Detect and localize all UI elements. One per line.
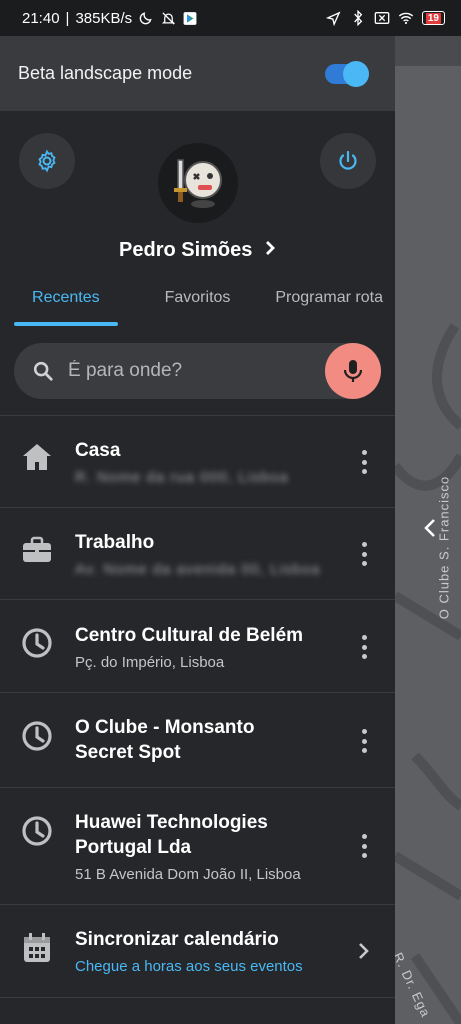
power-button[interactable]: [320, 133, 376, 189]
status-speed: 385KB/s: [75, 9, 133, 27]
chevron-right-icon: [265, 241, 275, 255]
map-street-label: O Clube S. Francisco: [436, 475, 452, 620]
tab-favoritos[interactable]: Favoritos: [132, 281, 264, 331]
list-item-address: 51 B Avenida Dom João II, Lisboa: [75, 866, 301, 883]
briefcase-icon: [20, 533, 54, 567]
voice-search-button[interactable]: [325, 343, 381, 399]
sync-calendar-row[interactable]: Sincronizar calendário Chegue a horas ao…: [0, 905, 395, 998]
list-item-title: Sincronizar calendário: [75, 929, 279, 950]
list-item-title: Secret Spot: [75, 742, 181, 763]
bluetooth-icon: [350, 10, 366, 26]
beta-label: Beta landscape mode: [18, 63, 193, 83]
list-item-address: Av. Nome da avenida 00, Lisboa: [75, 561, 321, 578]
search-input[interactable]: [68, 360, 298, 382]
list-item[interactable]: O Clube - Monsanto Secret Spot: [0, 693, 395, 788]
list-item-address: Pç. do Império, Lisboa: [75, 654, 225, 671]
knight-avatar-icon: [174, 159, 222, 208]
power-icon: [339, 150, 357, 170]
gear-icon: [38, 149, 56, 173]
list-item-title: Casa: [75, 440, 121, 461]
sim-off-icon: [374, 10, 390, 26]
profile-name: Pedro Simões: [119, 239, 253, 261]
wifi-icon: [398, 10, 414, 26]
navigation-drawer: Beta landscape mode Pedro Simões Recente…: [0, 36, 395, 1024]
tab-programar-rota[interactable]: Programar rota: [263, 281, 395, 331]
profile-name-link[interactable]: Pedro Simões: [0, 239, 395, 262]
tab-bar: Recentes Favoritos Programar rota: [0, 281, 395, 331]
more-options-icon[interactable]: [359, 729, 369, 753]
status-bar: 21:40 | 385KB/s 19: [0, 0, 461, 36]
list-item-subtitle: Chegue a horas aos seus eventos: [75, 958, 303, 975]
profile-header: Pedro Simões: [0, 111, 395, 281]
tab-indicator: [14, 322, 118, 326]
clock-icon: [20, 626, 54, 660]
more-options-icon[interactable]: [359, 450, 369, 474]
list-item-title: Centro Cultural de Belém: [75, 625, 304, 646]
home-icon: [20, 440, 54, 474]
list-item-title: Trabalho: [75, 532, 155, 553]
list-item-title: O Clube - Monsanto: [75, 717, 255, 738]
clock-icon: [20, 719, 54, 753]
collapse-drawer-chevron-icon[interactable]: [420, 516, 440, 540]
more-options-icon[interactable]: [359, 834, 369, 858]
chevron-right-icon: [359, 943, 369, 959]
list-item[interactable]: Huawei Technologies Portugal Lda 51 B Av…: [0, 788, 395, 905]
more-options-icon[interactable]: [359, 542, 369, 566]
calendar-icon: [20, 931, 54, 965]
list-item-title: Portugal Lda: [75, 837, 192, 858]
list-item[interactable]: Casa R. Nome da rua 000, Lisboa: [0, 416, 395, 508]
avatar[interactable]: [158, 143, 238, 223]
beta-landscape-row[interactable]: Beta landscape mode: [0, 36, 395, 111]
list-item-title: Huawei Technologies: [75, 812, 268, 833]
search-icon: [33, 361, 53, 381]
clock-icon: [20, 814, 54, 848]
search-bar[interactable]: [14, 343, 381, 399]
settings-button[interactable]: [19, 133, 75, 189]
list-item-address: R. Nome da rua 000, Lisboa: [75, 469, 289, 486]
recent-destinations-list: Casa R. Nome da rua 000, Lisboa Trabalho…: [0, 415, 395, 998]
status-time: 21:40: [22, 9, 60, 27]
list-item[interactable]: Trabalho Av. Nome da avenida 00, Lisboa: [0, 508, 395, 600]
moon-icon: [138, 10, 154, 26]
location-arrow-icon: [326, 10, 342, 26]
more-options-icon[interactable]: [359, 635, 369, 659]
microphone-icon: [343, 360, 363, 382]
beta-landscape-toggle[interactable]: [325, 60, 369, 87]
bell-off-icon: [160, 10, 176, 26]
list-item[interactable]: Centro Cultural de Belém Pç. do Império,…: [0, 600, 395, 693]
battery-icon: 19: [421, 11, 445, 25]
play-store-icon: [182, 10, 198, 26]
